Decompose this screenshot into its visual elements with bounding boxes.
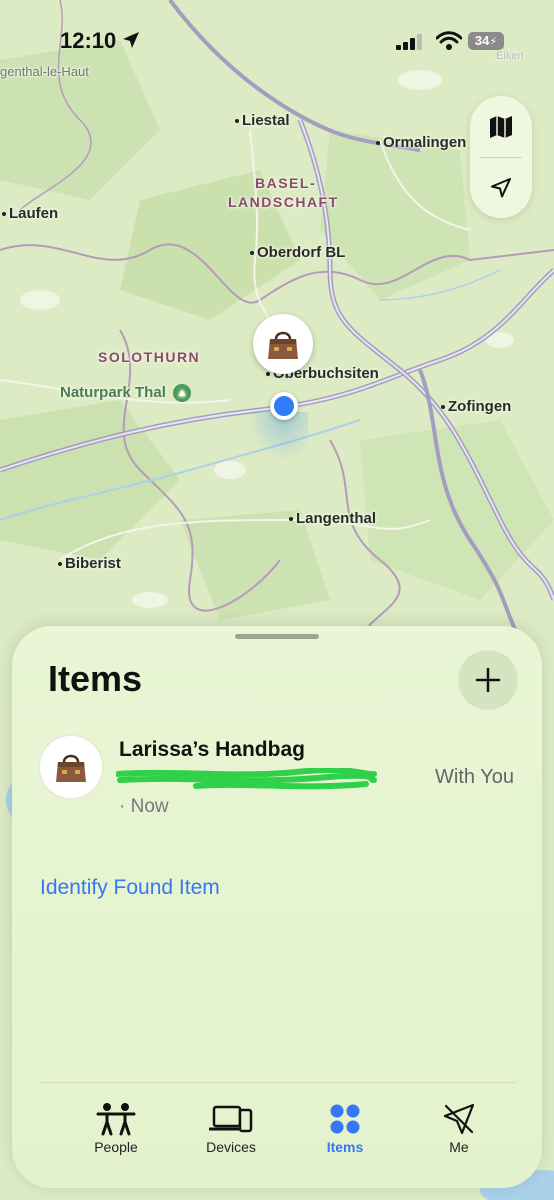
handbag-icon: [56, 754, 86, 782]
map-label-zofingen: Zofingen: [441, 398, 511, 415]
map-style-button[interactable]: [470, 96, 532, 157]
map-label-solothurn: SOLOTHURN: [98, 349, 201, 365]
item-status: With You: [435, 766, 514, 788]
map-label-basel-line2: LANDSCHAFT: [228, 194, 339, 210]
redaction-scribble: [116, 768, 377, 790]
add-item-button[interactable]: [458, 650, 518, 710]
list-item[interactable]: Larissa’s Handbag · Now With You: [40, 734, 520, 824]
location-arrow-outline-icon: [491, 177, 511, 197]
item-pin-handbag[interactable]: [253, 314, 313, 374]
sheet-grabber[interactable]: [235, 634, 319, 639]
wifi-icon: [436, 31, 462, 50]
item-avatar: [40, 736, 102, 798]
map-label-naturpark: Naturpark Thal ▲: [60, 384, 192, 403]
tab-devices-label: Devices: [206, 1139, 256, 1155]
tab-items[interactable]: Items: [295, 1101, 395, 1155]
cellular-signal-icon: [396, 34, 422, 50]
heading-cone: [248, 412, 308, 462]
user-location-dot[interactable]: [270, 392, 298, 420]
plus-icon: [475, 667, 501, 693]
tab-me[interactable]: Me: [409, 1101, 509, 1155]
map-label-biberist: Biberist: [58, 555, 121, 572]
items-sheet[interactable]: Items Larissa’s Handbag · Now With You I…: [12, 626, 542, 1188]
tab-devices[interactable]: Devices: [181, 1101, 281, 1155]
map-label-basel-line1: BASEL-: [255, 175, 317, 191]
status-time: 12:10: [60, 28, 117, 53]
tab-bar: People Devices Items Me: [40, 1082, 516, 1173]
map-label-ormalingen: Ormalingen: [376, 134, 466, 151]
tab-people[interactable]: People: [66, 1101, 166, 1155]
map-icon: [490, 115, 512, 138]
status-bar: 12:10 34⚡: [0, 0, 554, 80]
charging-bolt-icon: ⚡: [489, 36, 498, 48]
items-icon: [330, 1104, 360, 1134]
map-label-langenthal: Langenthal: [289, 510, 376, 527]
item-name: Larissa’s Handbag: [119, 738, 305, 761]
me-location-icon: [443, 1103, 475, 1135]
item-last-seen: · Now: [119, 796, 169, 817]
battery-level: 34: [474, 33, 490, 48]
map-label-liestal: Liestal: [235, 112, 290, 129]
park-icon: ▲: [173, 384, 192, 403]
identify-found-item-link[interactable]: Identify Found Item: [40, 876, 220, 900]
track-location-button[interactable]: [470, 157, 532, 218]
tab-people-label: People: [94, 1139, 138, 1155]
tab-items-label: Items: [326, 1139, 364, 1155]
people-icon: [96, 1103, 136, 1136]
tab-me-label: Me: [449, 1139, 469, 1155]
map-controls: [470, 96, 532, 218]
map-label-oberdorf: Oberdorf BL: [250, 244, 345, 261]
devices-icon: [209, 1105, 253, 1133]
map-label-laufen: Laufen: [2, 205, 58, 222]
page-title: Items: [48, 658, 143, 699]
location-arrow-icon: [123, 32, 139, 48]
battery-indicator: 34⚡: [468, 32, 504, 50]
naturpark-label-text: Naturpark Thal: [60, 384, 166, 401]
handbag-icon: [268, 331, 298, 359]
